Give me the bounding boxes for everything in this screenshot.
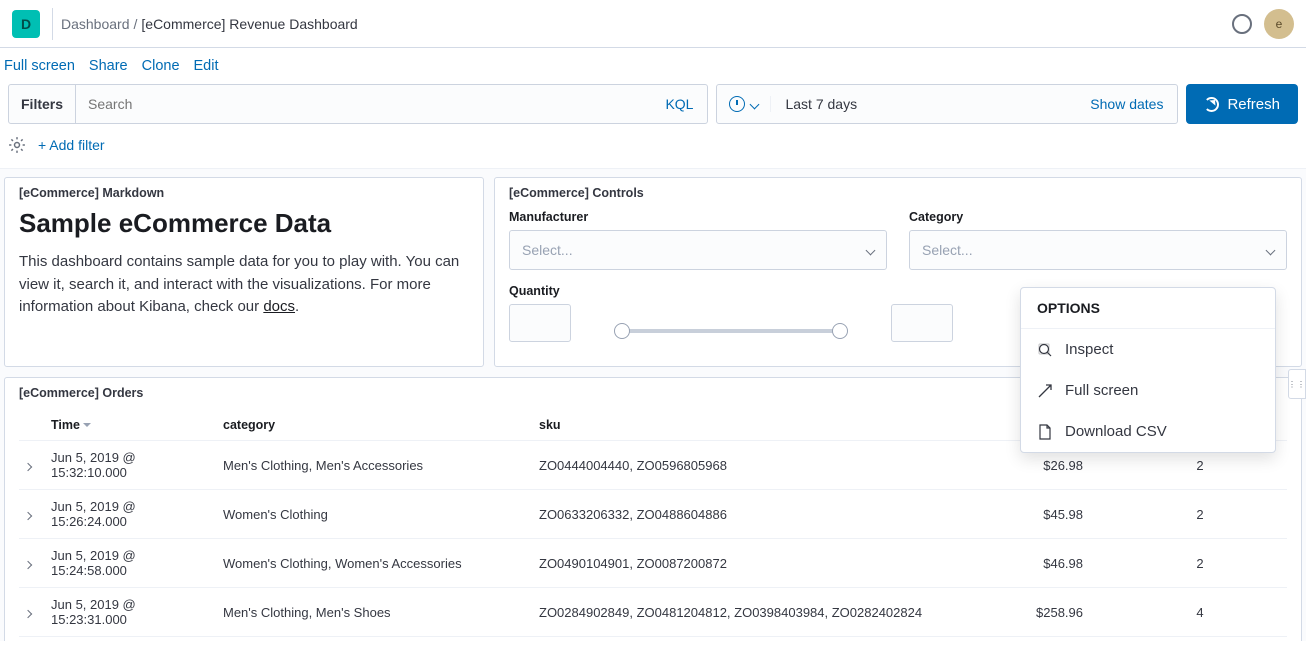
date-quick-menu[interactable] <box>717 96 771 112</box>
flyout-handle[interactable]: ⋮⋮ <box>1288 369 1306 399</box>
date-range-text[interactable]: Last 7 days <box>771 96 1076 112</box>
cell-time: Jun 5, 2019 @ 15:24:58.000 <box>45 539 217 588</box>
cell-total: $46.98 <box>973 539 1113 588</box>
app-logo[interactable]: D <box>12 10 40 38</box>
breadcrumb-separator: / <box>134 16 138 32</box>
cell-time: Jun 5, 2019 @ 15:19:12.000 <box>45 637 217 642</box>
refresh-label: Refresh <box>1227 96 1280 113</box>
add-filter-link[interactable]: + Add filter <box>38 137 105 153</box>
fullscreen-link[interactable]: Full screen <box>4 58 75 74</box>
search-wrapper: Filters KQL <box>8 84 708 124</box>
markdown-body: This dashboard contains sample data for … <box>19 251 469 319</box>
clone-link[interactable]: Clone <box>142 58 180 74</box>
divider <box>52 8 53 40</box>
dashboard-body: [eCommerce] Markdown Sample eCommerce Da… <box>0 169 1306 641</box>
cell-qty: 2 <box>1113 490 1287 539</box>
file-icon <box>1037 424 1053 440</box>
chevron-down-icon <box>750 99 760 109</box>
search-input[interactable] <box>76 85 651 123</box>
markdown-heading: Sample eCommerce Data <box>19 208 469 239</box>
panel-title: [eCommerce] Markdown <box>19 186 469 200</box>
expand-row-icon[interactable] <box>24 609 32 617</box>
slider-track[interactable] <box>621 329 841 333</box>
popover-download-label: Download CSV <box>1065 423 1167 440</box>
avatar[interactable]: e <box>1264 9 1294 39</box>
cell-sku: ZO0444004440, ZO0596805968 <box>533 441 973 490</box>
cell-time: Jun 5, 2019 @ 15:23:31.000 <box>45 588 217 637</box>
date-picker[interactable]: Last 7 days Show dates <box>716 84 1178 124</box>
sort-desc-icon <box>83 423 91 431</box>
docs-link[interactable]: docs <box>263 298 295 315</box>
popover-inspect[interactable]: Inspect <box>1021 329 1275 370</box>
cell-time: Jun 5, 2019 @ 15:32:10.000 <box>45 441 217 490</box>
manufacturer-label: Manufacturer <box>509 210 887 224</box>
cell-total: $97.96 <box>973 637 1113 642</box>
panel-title: [eCommerce] Controls <box>509 186 1287 200</box>
col-time[interactable]: Time <box>45 410 217 441</box>
markdown-suffix: . <box>295 298 299 315</box>
cell-total: $45.98 <box>973 490 1113 539</box>
fullscreen-icon <box>1037 383 1053 399</box>
cell-sku: ZO0519005190, ZO0610206102, ZO0514405144… <box>533 637 973 642</box>
filters-label[interactable]: Filters <box>9 85 76 123</box>
table-row: Jun 5, 2019 @ 15:19:12.000Men's Shoes, M… <box>19 637 1287 642</box>
popover-download-csv[interactable]: Download CSV <box>1021 411 1275 452</box>
kql-toggle[interactable]: KQL <box>651 85 707 123</box>
col-category[interactable]: category <box>217 410 533 441</box>
popover-header: OPTIONS <box>1021 288 1275 329</box>
category-select[interactable]: Select... <box>909 230 1287 270</box>
chevron-down-icon <box>1266 245 1276 255</box>
cell-sku: ZO0633206332, ZO0488604886 <box>533 490 973 539</box>
popover-fullscreen-label: Full screen <box>1065 382 1138 399</box>
cell-qty: 4 <box>1113 637 1287 642</box>
cell-category: Women's Clothing <box>217 490 533 539</box>
cell-qty: 2 <box>1113 539 1287 588</box>
col-sku[interactable]: sku <box>533 410 973 441</box>
quantity-max-input[interactable] <box>891 304 953 342</box>
edit-link[interactable]: Edit <box>194 58 219 74</box>
filter-bar: Filters KQL Last 7 days Show dates Refre… <box>0 84 1306 132</box>
breadcrumb-root[interactable]: Dashboard <box>61 16 130 32</box>
select-placeholder: Select... <box>522 242 573 258</box>
table-row: Jun 5, 2019 @ 15:24:58.000Women's Clothi… <box>19 539 1287 588</box>
show-dates-link[interactable]: Show dates <box>1076 96 1177 112</box>
refresh-icon <box>1204 97 1219 112</box>
markdown-text: This dashboard contains sample data for … <box>19 253 459 315</box>
cell-time: Jun 5, 2019 @ 15:26:24.000 <box>45 490 217 539</box>
expand-row-icon[interactable] <box>24 462 32 470</box>
cell-sku: ZO0284902849, ZO0481204812, ZO0398403984… <box>533 588 973 637</box>
clock-icon <box>729 96 745 112</box>
table-row: Jun 5, 2019 @ 15:26:24.000Women's Clothi… <box>19 490 1287 539</box>
expand-row-icon[interactable] <box>24 511 32 519</box>
help-icon[interactable] <box>1232 14 1252 34</box>
cell-category: Men's Shoes, Men's Clothing <box>217 637 533 642</box>
cell-category: Women's Clothing, Women's Accessories <box>217 539 533 588</box>
quantity-min-input[interactable] <box>509 304 571 342</box>
cell-total: $258.96 <box>973 588 1113 637</box>
dashboard-actions: Full screen Share Clone Edit <box>0 48 1306 84</box>
breadcrumb-current: [eCommerce] Revenue Dashboard <box>141 16 357 32</box>
top-bar: D Dashboard / [eCommerce] Revenue Dashbo… <box>0 0 1306 48</box>
panel-markdown: [eCommerce] Markdown Sample eCommerce Da… <box>4 177 484 367</box>
popover-fullscreen[interactable]: Full screen <box>1021 370 1275 411</box>
cell-sku: ZO0490104901, ZO0087200872 <box>533 539 973 588</box>
expand-row-icon[interactable] <box>24 560 32 568</box>
select-placeholder: Select... <box>922 242 973 258</box>
add-filter-row: + Add filter <box>0 132 1306 169</box>
share-link[interactable]: Share <box>89 58 128 74</box>
category-label: Category <box>909 210 1287 224</box>
table-row: Jun 5, 2019 @ 15:23:31.000Men's Clothing… <box>19 588 1287 637</box>
cell-qty: 4 <box>1113 588 1287 637</box>
manufacturer-select[interactable]: Select... <box>509 230 887 270</box>
chevron-down-icon <box>866 245 876 255</box>
inspect-icon <box>1037 342 1053 358</box>
cell-category: Men's Clothing, Men's Shoes <box>217 588 533 637</box>
panel-options-popover: OPTIONS Inspect Full screen Download CSV <box>1020 287 1276 453</box>
gear-icon[interactable] <box>8 136 26 154</box>
cell-category: Men's Clothing, Men's Accessories <box>217 441 533 490</box>
popover-inspect-label: Inspect <box>1065 341 1113 358</box>
refresh-button[interactable]: Refresh <box>1186 84 1298 124</box>
